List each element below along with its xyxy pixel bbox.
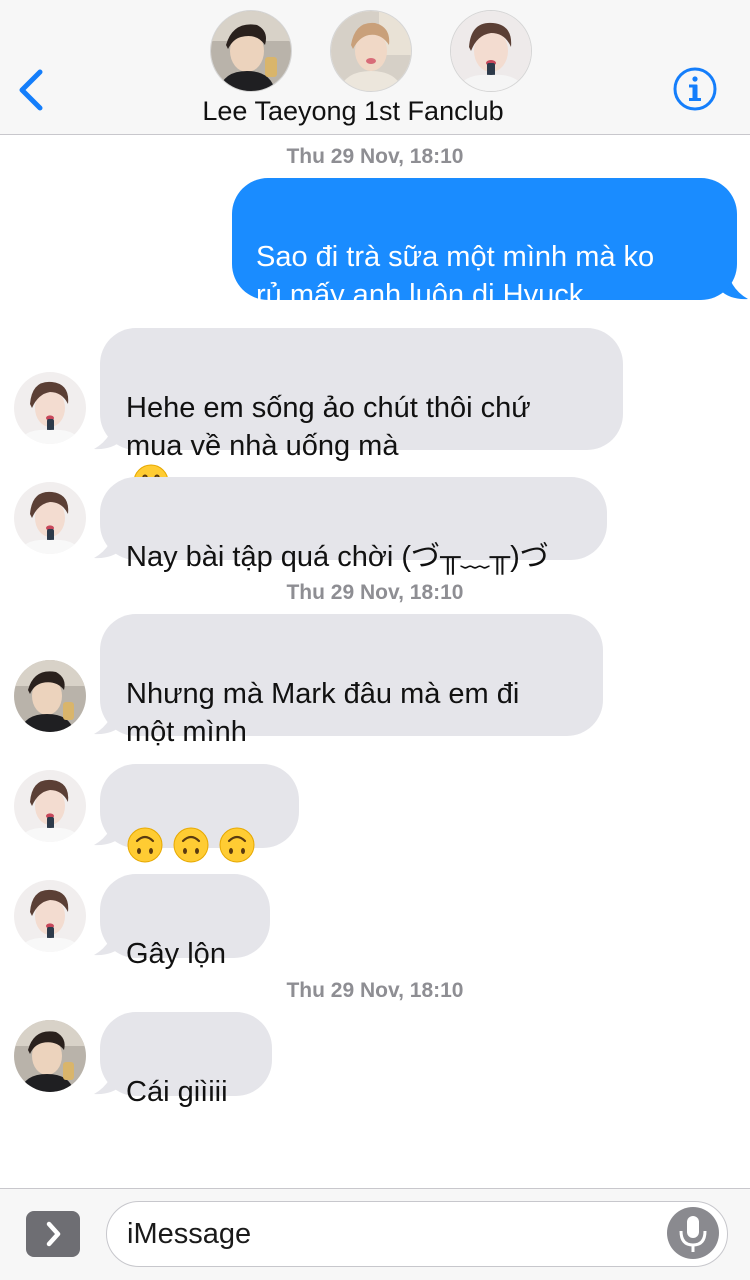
received-message-bubble[interactable]: Nhưng mà Mark đâu mà em đi một mình <box>100 614 603 748</box>
info-icon[interactable] <box>672 66 718 112</box>
conversation-title[interactable]: Lee Taeyong 1st Fanclub <box>0 96 706 127</box>
message-input[interactable]: iMessage <box>106 1201 728 1267</box>
timestamp: Thu 29 Nov, 18:10 <box>286 581 464 604</box>
received-message-bubble[interactable]: Nay bài tập quá chời (づ╥﹏╥)づ <box>100 477 607 573</box>
member-avatar[interactable] <box>450 10 532 92</box>
member-avatar[interactable] <box>210 10 292 92</box>
message-text: Nhưng mà Mark đâu mà em đi một mình <box>126 678 520 748</box>
message-input-placeholder: iMessage <box>127 1218 252 1250</box>
sender-avatar[interactable] <box>14 880 86 952</box>
received-message-bubble[interactable]: Hehe em sống ảo chút thôi chứ mua về nhà… <box>100 328 623 500</box>
microphone-icon <box>679 1216 707 1252</box>
sender-avatar[interactable] <box>14 372 86 444</box>
timestamp: Thu 29 Nov, 18:10 <box>286 145 464 168</box>
received-message-bubble[interactable]: Cái giìiii <box>100 1012 272 1108</box>
sent-message-bubble[interactable]: Sao đi trà sữa một mình mà ko rủ mấy anh… <box>232 178 737 311</box>
received-message-bubble[interactable]: Gây lộn <box>100 874 270 970</box>
timestamp: Thu 29 Nov, 18:10 <box>286 979 464 1002</box>
message-text: Cái giìiii <box>126 1076 228 1108</box>
message-text: Sao đi trà sữa một mình mà ko rủ mấy anh… <box>256 241 655 311</box>
sender-avatar[interactable] <box>14 660 86 732</box>
chevron-right-icon <box>46 1221 61 1247</box>
message-text: Gây lộn <box>126 938 226 970</box>
received-message-bubble[interactable] <box>100 764 299 863</box>
message-text: Nay bài tập quá chời (づ╥﹏╥)づ <box>126 541 549 573</box>
message-text: Hehe em sống ảo chút thôi chứ mua về nhà… <box>126 392 531 462</box>
apps-button[interactable] <box>26 1211 80 1257</box>
conversation-header: Lee Taeyong 1st Fanclub <box>0 0 750 135</box>
sender-avatar[interactable] <box>14 482 86 554</box>
upside-down-face-icon <box>127 827 255 863</box>
sender-avatar[interactable] <box>14 1020 86 1092</box>
compose-bar: iMessage <box>0 1188 750 1280</box>
microphone-button[interactable] <box>667 1207 719 1259</box>
sender-avatar[interactable] <box>14 770 86 842</box>
group-avatars[interactable] <box>0 0 750 100</box>
member-avatar[interactable] <box>330 10 412 92</box>
